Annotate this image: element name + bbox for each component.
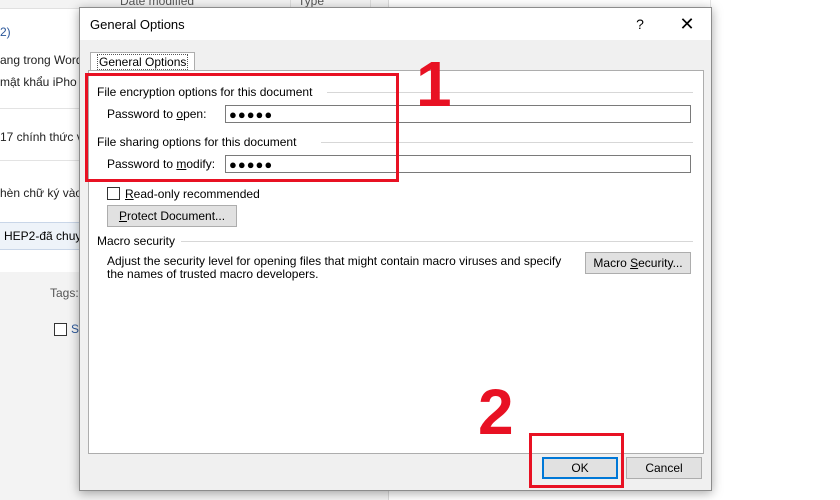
label-accel: S (630, 256, 639, 270)
label-accel: P (118, 209, 127, 223)
tags-label: Tags: (50, 286, 79, 300)
macro-security-button[interactable]: Macro Security... (585, 252, 691, 274)
dialog-titlebar[interactable]: General Options ? ✕ (80, 8, 711, 40)
protect-document-button[interactable]: Protect Document... (107, 205, 237, 227)
close-button[interactable]: ✕ (676, 13, 698, 35)
dialog-title: General Options (90, 17, 185, 32)
help-button[interactable]: ? (630, 14, 650, 34)
annotation-box-step-1 (85, 73, 399, 182)
tab-label: General Options (97, 54, 189, 70)
macro-section-label: Macro security (97, 234, 176, 248)
annotation-number-1: 1 (416, 48, 452, 120)
annotation-number-2: 2 (478, 376, 514, 448)
macro-description: Adjust the security level for opening fi… (107, 255, 577, 281)
label-text: rotect Document... (126, 209, 226, 223)
label-text: ead-only recommended (133, 187, 260, 201)
label-text: Macro (593, 256, 631, 270)
background-checkbox[interactable] (54, 323, 67, 336)
label-accel: R (125, 187, 134, 201)
read-only-checkbox[interactable] (107, 187, 120, 200)
macro-description-line: the names of trusted macro developers. (107, 267, 319, 281)
label-text: ecurity... (638, 256, 683, 270)
section-rule (181, 241, 693, 242)
annotation-box-step-2 (529, 433, 624, 488)
read-only-label[interactable]: Read-only recommended (125, 187, 260, 201)
tab-general-options[interactable]: General Options (90, 52, 196, 71)
file-name-value: HEP2-đã chuyể (4, 229, 89, 243)
cancel-button[interactable]: Cancel (626, 457, 702, 479)
